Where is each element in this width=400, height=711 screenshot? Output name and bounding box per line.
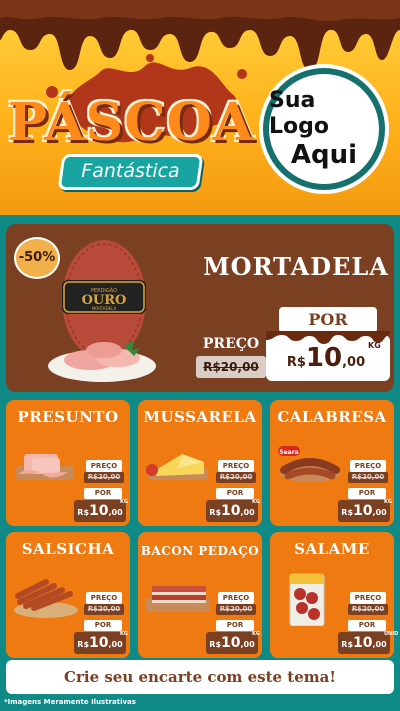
product-card[interactable]: PRESUNTO PREÇO R$20,00 POR R$10,00 KG [6,400,130,526]
discount-badge: -50% [14,237,60,279]
product-price: R$10,00 [338,632,390,654]
price-cents: ,00 [372,640,387,649]
price-cents: ,00 [240,508,255,517]
featured-product-name: MORTADELA [203,252,389,281]
product-name: BACON PEDAÇO [140,544,260,558]
product-unit: KG [252,499,260,505]
product-card[interactable]: BACON PEDAÇO PREÇO R$20,00 POR R$10,00 KG [138,532,262,658]
product-price: R$10,00 [74,632,126,654]
preco-label: PREÇO [350,460,386,472]
product-name: SALAME [294,540,370,558]
product-brand: Seara [279,449,298,456]
product-unit: KG [384,499,392,505]
disclaimer-text: *Imagens Meramente Ilustrativas [4,698,136,706]
product-name: MUSSARELA [143,408,257,426]
por-label: POR [348,488,386,499]
currency-label: R$ [341,508,354,517]
product-card[interactable]: SALAME PREÇO R$20,00 POR R$10,00 UNID [270,532,398,658]
preco-label: PREÇO [86,592,122,604]
currency-label: R$ [209,508,222,517]
product-image [16,454,74,480]
product-card[interactable]: MUSSARELA PREÇO R$20,00 POR R$10,00 KG [138,400,262,526]
price-main: 10 [305,343,343,373]
price-cents: ,00 [108,508,123,517]
logo-placeholder[interactable]: Sua Logo Aqui [263,68,385,190]
price-cents: ,00 [108,640,123,649]
logo-text-line1: Sua Logo [269,88,329,139]
por-label: POR [84,620,122,631]
product-image [14,579,78,618]
price-cents: ,00 [342,355,366,370]
preco-label: PREÇO [218,460,254,472]
old-price: R$20,00 [84,472,124,483]
por-label: POR [348,620,386,631]
price-main: 10 [221,635,241,651]
product-image: Seara [278,446,340,482]
cta-banner[interactable]: Crie seu encarte com este tema! [6,660,394,694]
featured-unit: KG [368,341,381,350]
currency-label: R$ [77,508,90,517]
por-label: POR [84,488,122,499]
por-label: POR [216,488,254,499]
price-cents: ,00 [240,640,255,649]
old-price: R$20,00 [348,472,388,483]
product-unit: KG [120,631,128,637]
price-main: 10 [89,635,109,651]
price-main: 10 [221,503,241,519]
product-image [146,454,208,480]
price-cents: ,00 [372,508,387,517]
product-card[interactable]: CALABRESA Seara PREÇO R$20,00 POR R$10,00 KG [270,400,394,526]
product-card[interactable]: SALSICHA PREÇO R$20,00 POR R$10,00 KG [6,532,130,658]
header-banner: PÁSCOA Fantástica Sua Logo Aqui [0,0,400,215]
mortadela-image: PERDIGÃO OURO MORTADELA [48,240,156,382]
preco-label: PREÇO [218,592,254,604]
product-image [289,573,325,626]
featured-old-price: R$20,00 [196,356,266,378]
preco-label: PREÇO [86,460,122,472]
product-unit: UNID [384,631,399,637]
por-label: POR [216,620,254,631]
preco-label: PREÇO [350,592,386,604]
page-subtitle: Fantástica [81,160,180,182]
currency-label: R$ [286,355,306,370]
currency-label: R$ [209,640,222,649]
brand-sub-label: MORTADELA [92,306,117,311]
product-price: R$10,00 [74,500,126,522]
product-price: R$10,00 [206,500,258,522]
product-image [146,586,210,612]
product-unit: KG [120,499,128,505]
logo-text-line2: Aqui [290,140,358,170]
currency-label: R$ [77,640,90,649]
featured-por-label: POR [279,307,377,333]
product-name: CALABRESA [277,408,387,426]
page-title: PÁSCOA [8,92,255,153]
old-price: R$20,00 [348,604,388,615]
price-main: 10 [353,503,373,519]
product-price: R$10,00 [206,632,258,654]
product-unit: KG [252,631,260,637]
old-price: R$20,00 [84,604,124,615]
featured-preco-label: PREÇO [202,336,260,352]
old-price: R$20,00 [216,604,256,615]
currency-label: R$ [341,640,354,649]
price-main: 10 [89,503,109,519]
old-price: R$20,00 [216,472,256,483]
product-price: R$10,00 [338,500,390,522]
product-name: PRESUNTO [17,408,119,426]
price-main: 10 [353,635,373,651]
product-name: SALSICHA [21,540,115,558]
